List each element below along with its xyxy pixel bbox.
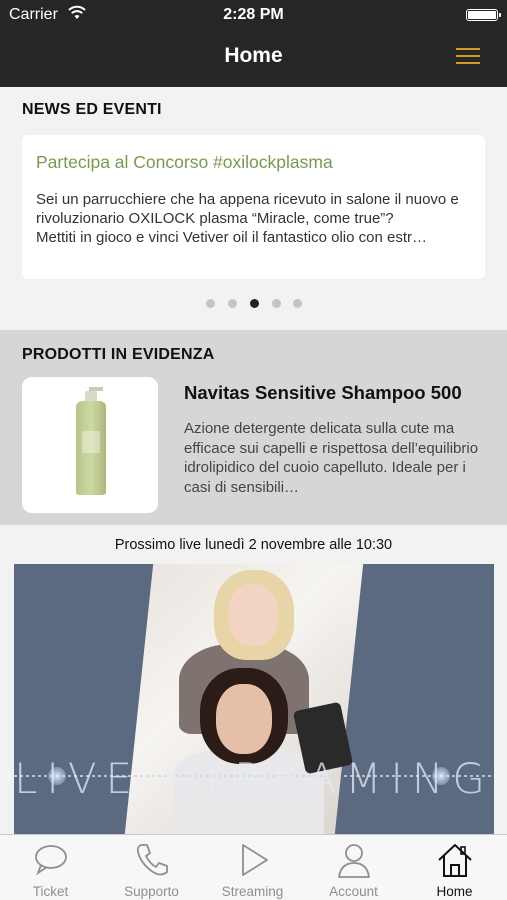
tab-label: Supporto — [124, 884, 179, 899]
news-section: NEWS ED EVENTI Partecipa al Concorso #ox… — [0, 87, 507, 330]
news-body-text: Sei un parrucchiere che ha appena ricevu… — [36, 191, 459, 246]
hamburger-menu-icon[interactable] — [456, 46, 480, 66]
pager-dot[interactable] — [228, 299, 237, 308]
tab-label: Home — [436, 884, 473, 899]
tab-bar: Ticket Supporto Streaming Account Home — [0, 834, 507, 900]
tab-streaming[interactable]: Streaming — [202, 835, 303, 900]
tab-label: Ticket — [32, 884, 69, 899]
news-headline[interactable]: Partecipa al Concorso #oxilockplasma — [36, 152, 333, 173]
phone-icon — [136, 844, 168, 876]
pager-dot[interactable] — [293, 299, 302, 308]
page-title: Home — [224, 44, 283, 67]
pager-dot[interactable] — [272, 299, 281, 308]
pager-dot-active[interactable] — [250, 299, 259, 308]
status-bar: Carrier 2:28 PM — [0, 0, 507, 28]
shampoo-bottle-image — [76, 387, 106, 495]
tab-account[interactable]: Account — [303, 835, 404, 900]
person-icon — [338, 844, 370, 878]
speech-bubble-icon — [35, 845, 67, 876]
news-section-title: NEWS ED EVENTI — [22, 101, 162, 118]
tab-ticket[interactable]: Ticket — [0, 835, 101, 900]
tab-label: Streaming — [221, 884, 284, 899]
play-icon — [242, 844, 268, 876]
navigation-header: Carrier 2:28 PM Home — [0, 0, 507, 87]
live-streaming-banner[interactable]: LIVE STREAMING — [14, 564, 494, 834]
battery-icon — [466, 9, 501, 21]
featured-products-section: PRODOTTI IN EVIDENZA Navitas Sensitive S… — [0, 330, 507, 525]
product-description: Azione detergente delicata sulla cute ma… — [184, 420, 479, 496]
product-image[interactable] — [22, 377, 158, 513]
product-name[interactable]: Navitas Sensitive Shampoo 500 — [184, 382, 462, 404]
tab-supporto[interactable]: Supporto — [101, 835, 202, 900]
house-icon — [438, 844, 472, 877]
products-section-title: PRODOTTI IN EVIDENZA — [22, 346, 215, 363]
live-streaming-title: LIVE STREAMING — [14, 754, 494, 803]
pager-dot[interactable] — [206, 299, 215, 308]
next-live-label: Prossimo live lunedì 2 novembre alle 10:… — [114, 537, 393, 553]
tab-home[interactable]: Home — [404, 835, 505, 900]
news-card[interactable]: Partecipa al Concorso #oxilockplasma Sei… — [22, 135, 485, 279]
news-body: Sei un parrucchiere che ha appena ricevu… — [36, 190, 476, 247]
tab-label: Account — [329, 884, 378, 899]
status-time: 2:28 PM — [223, 6, 284, 23]
news-pager[interactable] — [0, 299, 507, 309]
